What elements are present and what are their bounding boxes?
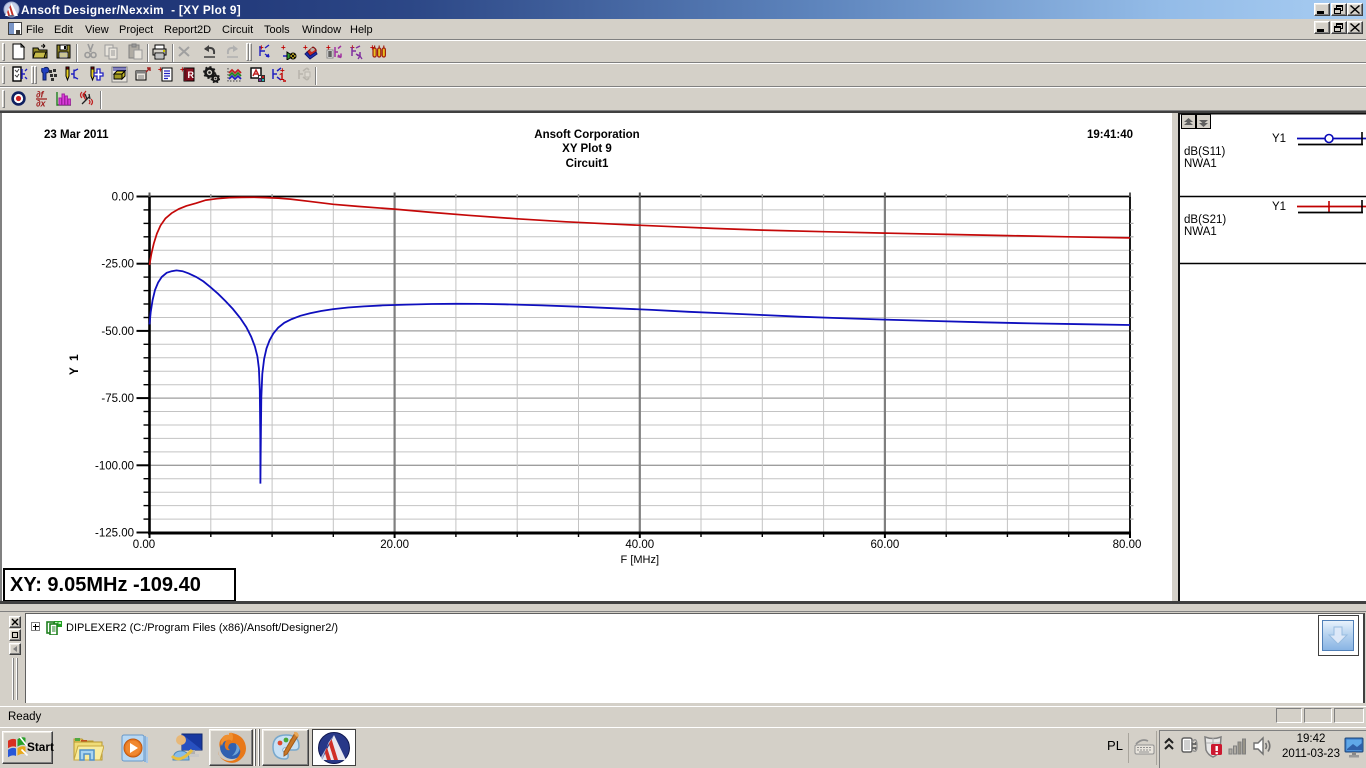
svg-text:-25.00: -25.00 xyxy=(101,259,134,271)
svg-text:0.00: 0.00 xyxy=(112,192,134,204)
svg-text:-125.00: -125.00 xyxy=(95,528,134,540)
svg-text:+: + xyxy=(281,43,286,52)
svg-text:-100.00: -100.00 xyxy=(95,460,134,472)
svg-text:Y1: Y1 xyxy=(1272,133,1286,145)
svg-text:∂x: ∂x xyxy=(36,99,46,108)
svg-text:NWA1: NWA1 xyxy=(1184,158,1217,170)
svg-text:40.00: 40.00 xyxy=(625,539,654,551)
svg-text:dB(S21): dB(S21) xyxy=(1184,214,1226,226)
svg-text:-50.00: -50.00 xyxy=(101,326,134,338)
svg-text:80.00: 80.00 xyxy=(1113,539,1142,551)
svg-text:R: R xyxy=(188,70,195,80)
svg-text:Y 1: Y 1 xyxy=(67,353,81,375)
svg-text:20.00: 20.00 xyxy=(380,539,409,551)
svg-text:F [MHz]: F [MHz] xyxy=(621,554,660,566)
svg-text:+: + xyxy=(303,43,308,52)
svg-text:NWA1: NWA1 xyxy=(1184,226,1217,238)
svg-text:60.00: 60.00 xyxy=(871,539,900,551)
svg-text:dB(S11): dB(S11) xyxy=(1184,146,1226,158)
svg-text:0.00: 0.00 xyxy=(133,539,155,551)
svg-text:-75.00: -75.00 xyxy=(101,393,134,405)
svg-text:Y1: Y1 xyxy=(1272,201,1286,213)
